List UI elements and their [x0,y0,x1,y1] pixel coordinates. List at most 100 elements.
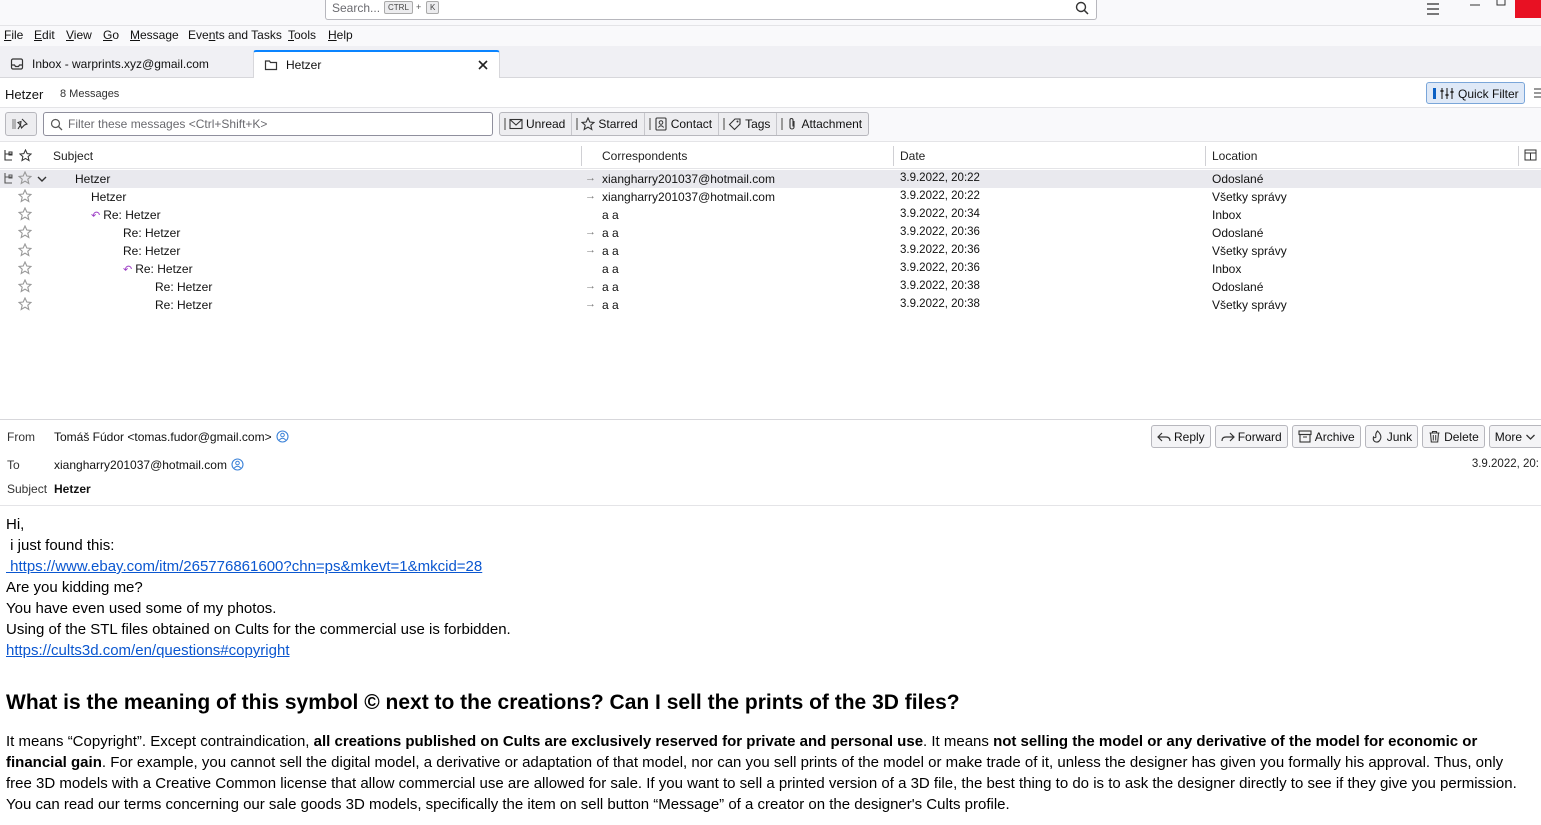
menu-tools[interactable]: Tools [288,28,316,42]
column-divider[interactable] [1518,146,1519,166]
from-value[interactable]: Tomáš Fúdor <tomas.fudor@gmail.com> [54,430,289,444]
column-correspondents[interactable]: Correspondents [602,149,687,163]
reply-button[interactable]: Reply [1151,425,1211,448]
column-subject[interactable]: Subject [53,149,93,163]
contact-icon[interactable] [276,430,289,443]
more-button[interactable]: More [1488,425,1541,448]
table-row[interactable]: Re: Hetzer → a a 3.9.2022, 20:36 Všetky … [0,242,1541,260]
menu-message[interactable]: Message [130,28,179,42]
overflow-icon[interactable] [1533,87,1541,99]
close-icon[interactable] [475,57,491,73]
filter-unread-label: Unread [526,117,566,131]
chevron-down-icon [1526,434,1536,440]
column-location[interactable]: Location [1212,149,1257,163]
body-line: Are you kidding me? [6,579,143,596]
table-row[interactable]: Re: Hetzer → a a 3.9.2022, 20:38 Odoslan… [0,278,1541,296]
column-divider[interactable] [1205,146,1206,166]
folder-header: Hetzer 8 Messages Quick Filter [0,79,1541,108]
thread-location: Všetky správy [1212,190,1287,204]
table-row[interactable]: Hetzer → xiangharry201037@hotmail.com 3.… [0,170,1541,188]
outgoing-arrow-icon: → [585,190,596,202]
star-icon[interactable] [18,189,32,203]
paperclip-icon [789,118,795,130]
star-icon[interactable] [18,243,32,257]
archive-button[interactable]: Archive [1291,425,1361,448]
delete-button[interactable]: Delete [1422,425,1485,448]
junk-button[interactable]: Junk [1364,425,1419,448]
star-icon[interactable] [18,297,32,311]
menu-events-and-tasks[interactable]: Events and Tasks [188,28,282,42]
close-window-button[interactable] [1515,0,1541,18]
thread-subject: Re: Hetzer [123,244,181,258]
star-column-icon[interactable] [19,149,32,162]
thread-list: Hetzer → xiangharry201037@hotmail.com 3.… [0,170,1541,420]
minimize-icon[interactable] [1465,0,1485,18]
thread-location: Odoslané [1212,172,1264,186]
global-search-box[interactable]: Search... CTRL + K [325,0,1097,20]
thread-correspondent: a a [602,208,619,222]
thread-location: Inbox [1212,208,1242,222]
outgoing-arrow-icon: → [585,298,596,310]
menu-go[interactable]: Go [103,28,119,42]
tab-bar: Inbox - warprints.xyz@gmail.com Hetzer [0,46,1541,78]
search-icon[interactable] [1075,1,1089,15]
folder-icon [264,60,278,71]
table-row[interactable]: Re: Hetzer → a a 3.9.2022, 20:36 Odoslan… [0,224,1541,242]
outgoing-arrow-icon: → [585,280,596,292]
table-row[interactable]: Hetzer → xiangharry201037@hotmail.com 3.… [0,188,1541,206]
quick-filter-button[interactable]: Quick Filter [1426,82,1525,104]
thread-subject: Re: Hetzer [103,208,161,222]
filter-tags-button[interactable]: Tags [719,113,778,135]
star-icon[interactable] [18,207,32,221]
menu-bar: File Edit View Go Message Events and Tas… [0,26,1541,46]
filter-attachment-button[interactable]: Attachment [777,113,868,135]
to-label: To [7,458,20,472]
menu-edit[interactable]: Edit [34,28,55,42]
archive-icon [1298,430,1312,443]
thread-date: 3.9.2022, 20:34 [900,208,980,220]
filter-messages-input[interactable] [68,115,488,133]
star-icon[interactable] [18,261,32,275]
cults-copyright-link[interactable]: https://cults3d.com/en/questions#copyrig… [6,642,290,659]
maximize-icon[interactable] [1491,0,1511,18]
table-row[interactable]: ↶ Re: Hetzer a a 3.9.2022, 20:36 Inbox [0,260,1541,278]
trash-icon [1429,430,1440,443]
filter-contact-button[interactable]: Contact [645,113,720,135]
thread-column-icon[interactable] [3,149,15,162]
tab-hetzer[interactable]: Hetzer [253,50,500,78]
forward-button[interactable]: Forward [1214,425,1288,448]
star-icon[interactable] [18,279,32,293]
contact-icon[interactable] [231,458,244,471]
to-value[interactable]: xiangharry201037@hotmail.com [54,458,244,472]
from-label: From [7,430,35,444]
star-icon [581,117,596,131]
body-line: Using of the STL files obtained on Cults… [6,621,511,638]
table-row[interactable]: Re: Hetzer → a a 3.9.2022, 20:38 Všetky … [0,296,1541,314]
tag-icon [728,118,741,131]
app-menu-icon[interactable] [1423,0,1443,18]
column-date[interactable]: Date [900,149,925,163]
column-divider[interactable] [893,146,894,166]
tab-inbox[interactable]: Inbox - warprints.xyz@gmail.com [0,50,252,78]
message-count: 8 Messages [60,88,120,100]
chevron-down-icon[interactable] [36,173,48,185]
filter-starred-button[interactable]: Starred [572,113,645,135]
body-line: You have even used some of my photos. [6,600,277,617]
menu-view[interactable]: View [66,28,92,42]
filter-search-icon [50,118,63,131]
sticky-filter-button[interactable] [5,112,37,136]
star-icon[interactable] [18,225,32,239]
star-icon[interactable] [18,171,32,185]
quick-filter-label: Quick Filter [1458,87,1519,101]
menu-file[interactable]: File [4,28,23,42]
global-search-placeholder: Search... [332,1,381,15]
filter-messages-field[interactable] [43,112,493,136]
column-divider[interactable] [581,146,582,166]
table-row[interactable]: ↶ Re: Hetzer a a 3.9.2022, 20:34 Inbox [0,206,1541,224]
ebay-link[interactable]: https://www.ebay.com/itm/265776861600?ch… [6,558,482,575]
filter-unread-button[interactable]: Unread [500,113,573,135]
column-picker-icon[interactable] [1524,149,1537,161]
outgoing-arrow-icon: → [585,244,596,256]
menu-help[interactable]: Help [328,28,353,42]
subject-label: Subject [7,482,48,496]
